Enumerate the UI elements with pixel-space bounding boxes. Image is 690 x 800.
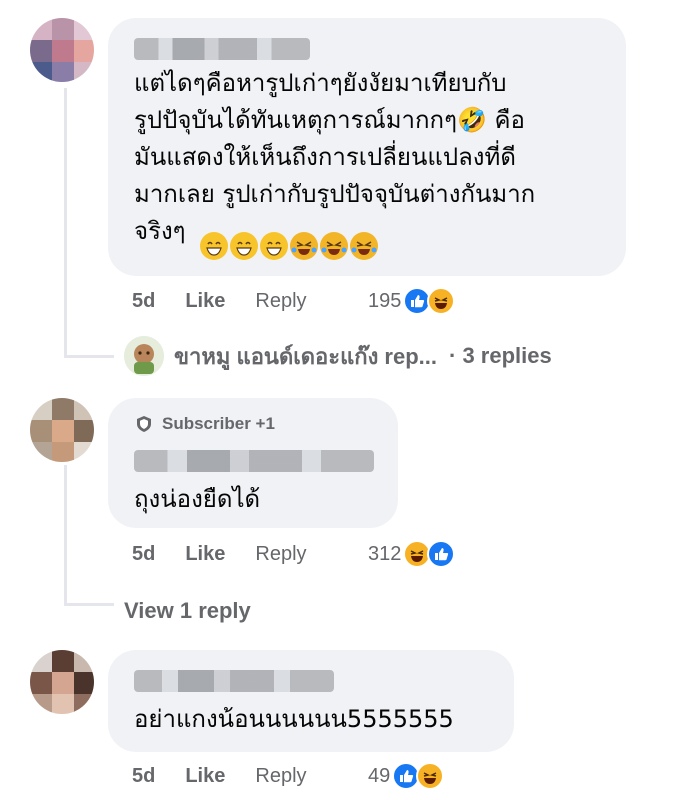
- comment-text-line: อย่าแกงน้อนนนนนน5555555: [134, 705, 454, 733]
- thread-line: [64, 603, 114, 606]
- like-icon: [427, 540, 456, 568]
- thread-line: [64, 355, 114, 358]
- reply-button[interactable]: Reply: [255, 290, 306, 313]
- reply-button[interactable]: Reply: [255, 765, 306, 788]
- view-replies-link[interactable]: View 1 reply: [124, 598, 251, 624]
- timestamp[interactable]: 5d: [132, 765, 155, 788]
- rolling-laughing-emoji-icon: [290, 232, 318, 260]
- commenter-name[interactable]: [134, 38, 310, 60]
- comment-text-line: รูปปัจุบันได้ทันเหตุการณ์มากกๆ🤣 คือ: [134, 106, 525, 134]
- reaction-summary[interactable]: 195: [368, 287, 456, 315]
- commenter-name[interactable]: [134, 670, 334, 692]
- commenter-name[interactable]: [134, 450, 374, 472]
- grinning-emoji-icon: [260, 232, 288, 260]
- subscriber-badge[interactable]: Subscriber +1: [134, 414, 275, 434]
- like-button[interactable]: Like: [185, 543, 225, 566]
- badge-label: Subscriber +1: [162, 414, 275, 433]
- thread-line: [64, 465, 67, 605]
- comment-text-line: ถุงน่องยืดได้: [134, 485, 261, 513]
- reaction-summary[interactable]: 49: [368, 762, 445, 790]
- comment-actions: 5d Like Reply: [132, 765, 307, 788]
- replies-preview[interactable]: ขาหมู แอนด์เดอะแก๊ง rep... · 3 replies: [124, 336, 552, 376]
- replier-avatar: [124, 336, 164, 376]
- grinning-emoji-icon: [200, 232, 228, 260]
- grinning-emoji-icon: [230, 232, 258, 260]
- comment-actions: 5d Like Reply: [132, 290, 307, 313]
- comment-actions: 5d Like Reply: [132, 543, 307, 566]
- shield-icon: [137, 416, 151, 432]
- reaction-count: 49: [368, 764, 391, 787]
- reaction-count: 195: [368, 289, 402, 312]
- avatar[interactable]: [30, 18, 94, 82]
- comment-text-line: มันแสดงให้เห็นถึงการเปลี่ยนแปลงที่ดี: [134, 143, 516, 171]
- comment-text-line: จริงๆ: [134, 217, 186, 245]
- reply-button[interactable]: Reply: [255, 543, 306, 566]
- avatar[interactable]: [30, 398, 94, 462]
- emoji-sequence: [200, 232, 378, 260]
- replier-name: ขาหมู แอนด์เดอะแก๊ง rep...: [174, 343, 437, 369]
- rolling-laughing-emoji-icon: [350, 232, 378, 260]
- reaction-summary[interactable]: 312: [368, 540, 456, 568]
- avatar[interactable]: [30, 650, 94, 714]
- comment-text-line: แต่ไดๆคือหารูปเก่าๆยังงัยมาเทียบกับ: [134, 69, 507, 97]
- haha-icon: [416, 762, 445, 790]
- rolling-laughing-emoji-icon: [320, 232, 348, 260]
- reaction-count: 312: [368, 542, 402, 565]
- timestamp[interactable]: 5d: [132, 543, 155, 566]
- comment-text-line: มากเลย รูปเก่ากับรูปปัจจุบันต่างกันมาก: [134, 180, 536, 208]
- thread-line: [64, 88, 67, 358]
- like-button[interactable]: Like: [185, 290, 225, 313]
- timestamp[interactable]: 5d: [132, 290, 155, 313]
- like-button[interactable]: Like: [185, 765, 225, 788]
- replies-count: · 3 replies: [449, 343, 552, 368]
- haha-icon: [427, 287, 456, 315]
